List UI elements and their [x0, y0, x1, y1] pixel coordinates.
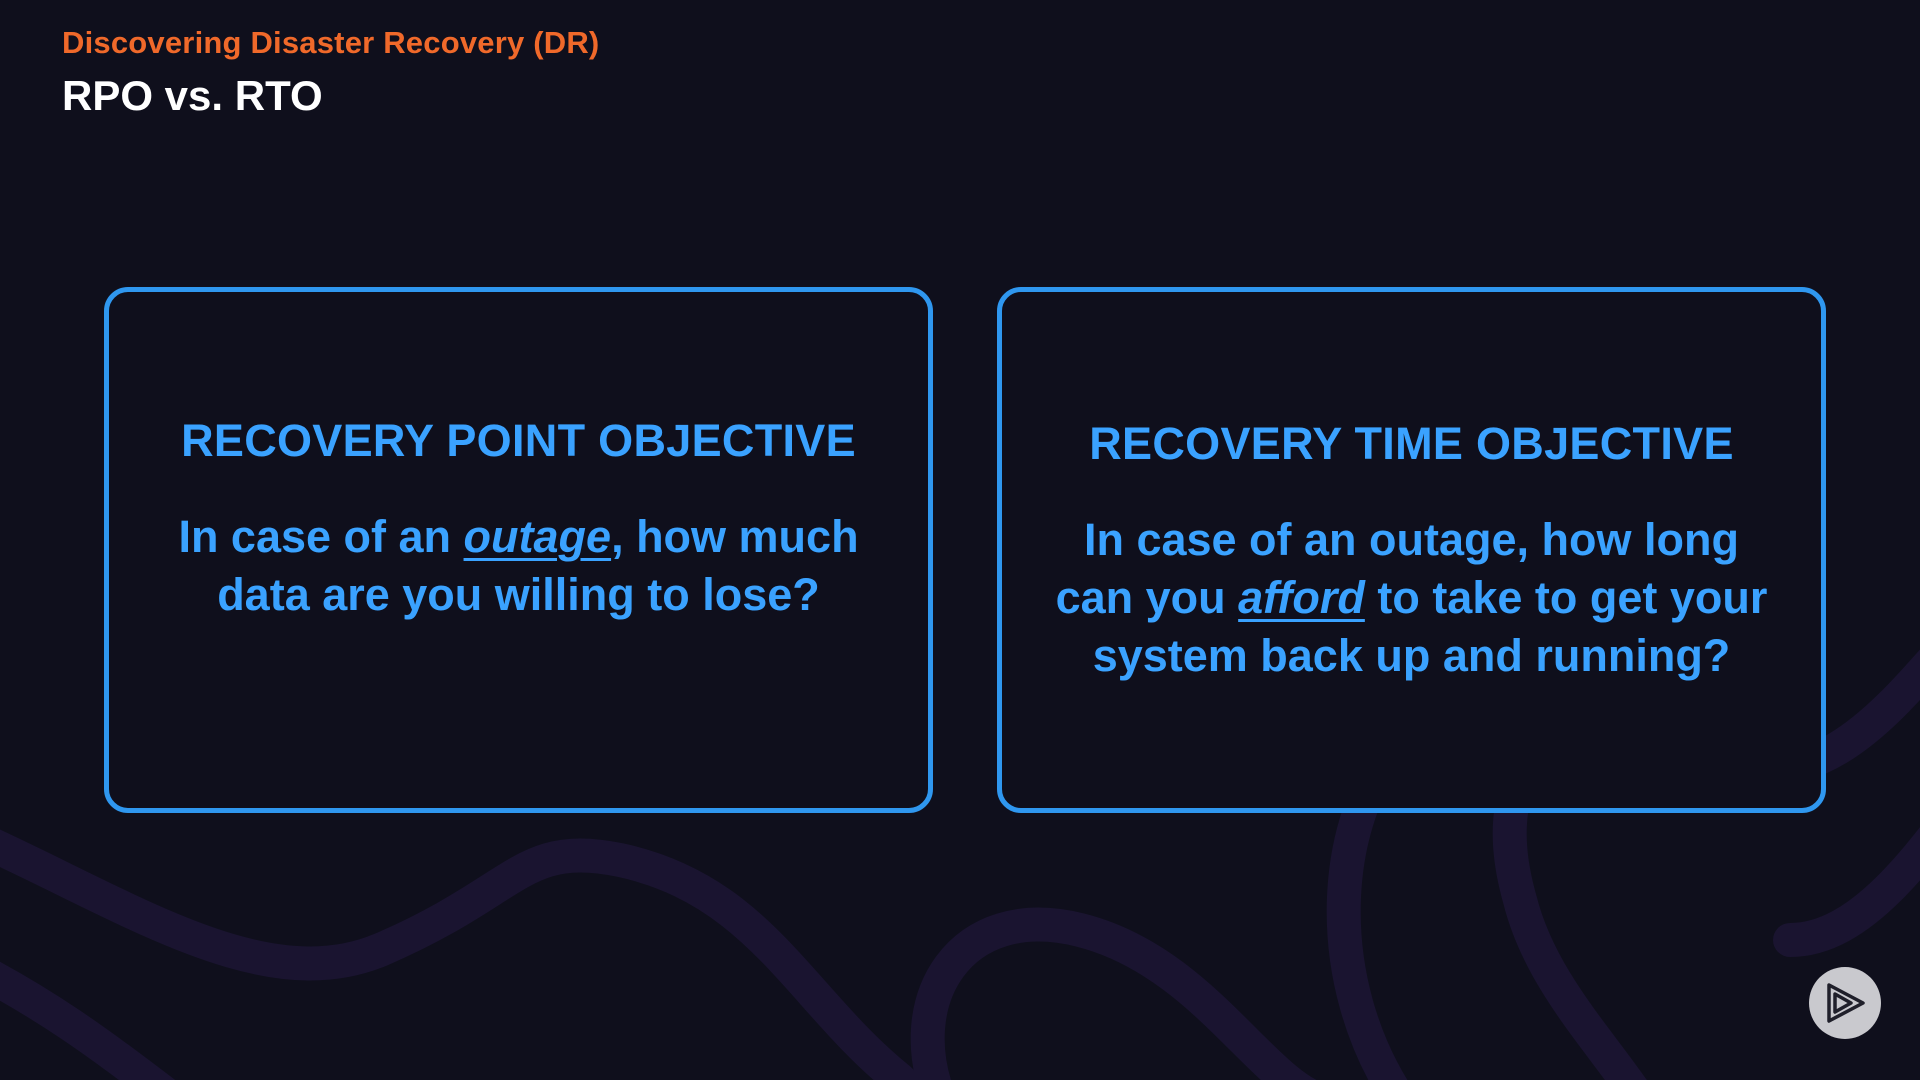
rpo-line1-pre: In case of an	[178, 511, 464, 562]
play-logo-button[interactable]	[1809, 967, 1881, 1039]
rto-line2-pre: can you	[1055, 572, 1239, 623]
rpo-line1-post: , how much	[611, 511, 859, 562]
rto-line2-post: to take to get your	[1364, 572, 1768, 623]
rpo-question-line-2: data are you willing to lose?	[217, 569, 820, 620]
rto-card-question: In case of an outage, how long can you a…	[1032, 511, 1792, 685]
play-triangle-icon	[1827, 983, 1865, 1023]
rpo-card-heading: RECOVERY POINT OBJECTIVE	[181, 415, 856, 466]
course-title: Discovering Disaster Recovery (DR)	[62, 25, 600, 60]
rto-question-line-1: In case of an outage, how long	[1083, 514, 1740, 565]
rto-question-line-2: can you afford to take to get your	[1056, 569, 1768, 627]
slide-title: RPO vs. RTO	[62, 72, 323, 119]
rto-card: RECOVERY TIME OBJECTIVE In case of an ou…	[997, 287, 1826, 813]
rto-emphasis-afford: afford	[1238, 572, 1365, 623]
rpo-emphasis-outage: outage	[463, 511, 612, 562]
rpo-card: RECOVERY POINT OBJECTIVE In case of an o…	[104, 287, 933, 813]
rto-question-line-3: system back up and running?	[1092, 630, 1731, 681]
rpo-question-line-1: In case of an outage, how much	[178, 508, 858, 566]
rto-card-heading: RECOVERY TIME OBJECTIVE	[1089, 418, 1734, 469]
rpo-card-question: In case of an outage, how much data are …	[154, 508, 882, 624]
slide-header: Discovering Disaster Recovery (DR) RPO v…	[62, 22, 599, 124]
